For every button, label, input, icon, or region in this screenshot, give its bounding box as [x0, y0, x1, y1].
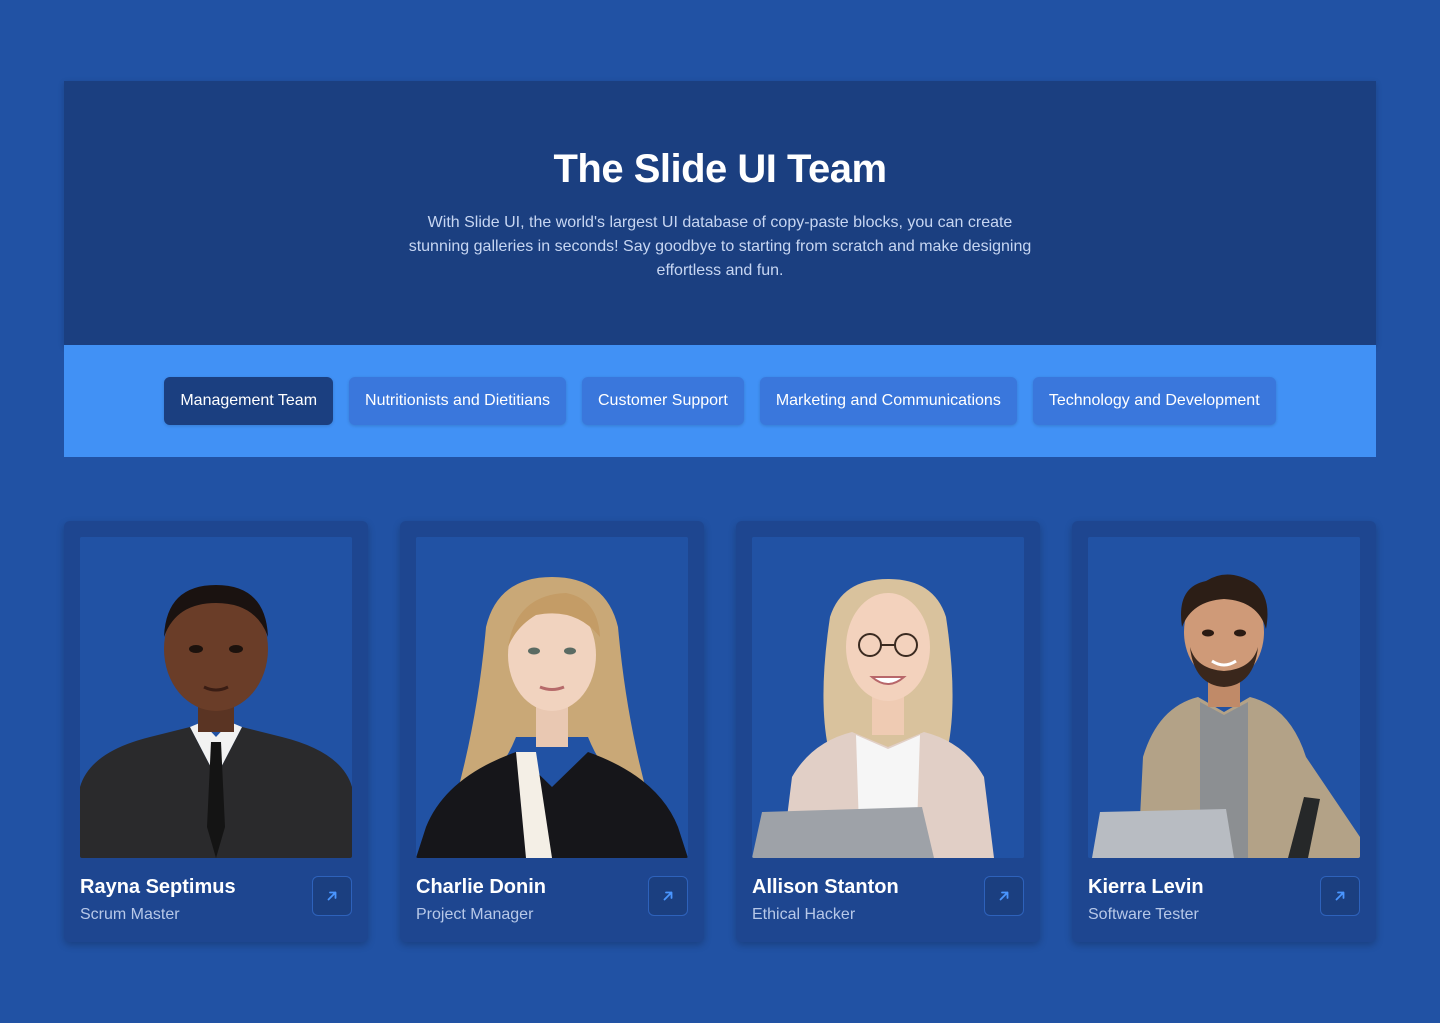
member-role: Software Tester: [1088, 906, 1199, 923]
member-name: Charlie Donin: [416, 876, 547, 898]
member-photo: [416, 537, 688, 858]
arrow-up-right-icon: [999, 891, 1009, 901]
arrow-up-right-icon: [1335, 891, 1345, 901]
member-photo: [752, 537, 1024, 858]
portrait-image: [752, 537, 1024, 858]
arrow-up-right-icon: [663, 891, 673, 901]
member-photo: [80, 537, 352, 858]
tab-marketing-and-communications[interactable]: Marketing and Communications: [759, 377, 1017, 425]
hero-description: With Slide UI, the world's largest UI da…: [408, 214, 1032, 279]
team-member-card: Charlie Donin Project Manager: [400, 521, 704, 942]
tab-technology-and-development[interactable]: Technology and Development: [1032, 377, 1276, 425]
team-member-card: Rayna Septimus Scrum Master: [64, 521, 368, 942]
member-role: Project Manager: [416, 906, 534, 923]
member-link-button[interactable]: [1320, 876, 1360, 916]
member-name: Allison Stanton: [752, 876, 899, 898]
portrait-image: [80, 537, 352, 858]
member-role: Ethical Hacker: [752, 906, 856, 923]
hero-section: The Slide UI Team With Slide UI, the wor…: [64, 81, 1376, 345]
team-member-card: Kierra Levin Software Tester: [1072, 521, 1376, 942]
member-name: Rayna Septimus: [80, 876, 236, 898]
portrait-image: [1088, 537, 1360, 858]
portrait-image: [416, 537, 688, 858]
team-grid: Rayna Septimus Scrum Master Charlie Doni…: [64, 521, 1376, 942]
tab-customer-support[interactable]: Customer Support: [581, 377, 744, 425]
arrow-up-right-icon: [327, 891, 337, 901]
member-role: Scrum Master: [80, 906, 180, 923]
member-link-button[interactable]: [648, 876, 688, 916]
tab-management-team[interactable]: Management Team: [164, 377, 334, 425]
member-name: Kierra Levin: [1088, 876, 1204, 898]
member-link-button[interactable]: [984, 876, 1024, 916]
member-photo: [1088, 537, 1360, 858]
team-tabs: Management Team Nutritionists and Dietit…: [64, 345, 1376, 457]
member-link-button[interactable]: [312, 876, 352, 916]
team-member-card: Allison Stanton Ethical Hacker: [736, 521, 1040, 942]
tab-nutritionists-and-dietitians[interactable]: Nutritionists and Dietitians: [349, 377, 566, 425]
page-title: The Slide UI Team: [553, 147, 887, 191]
team-page: The Slide UI Team With Slide UI, the wor…: [0, 0, 1440, 1023]
